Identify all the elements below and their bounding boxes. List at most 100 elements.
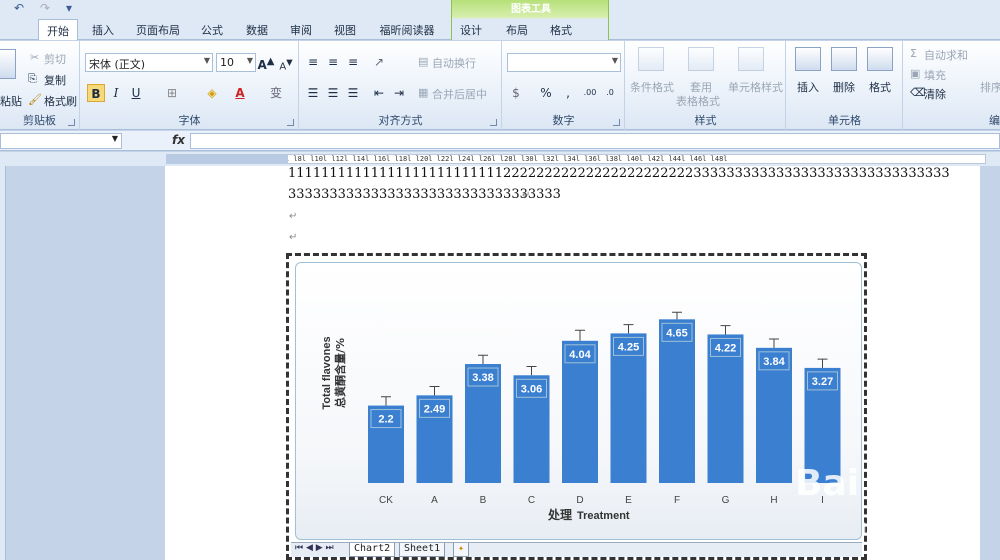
fill-icon: ▣ — [910, 67, 921, 80]
tab-foxit-reader[interactable]: 福昕阅读器 — [372, 19, 442, 40]
orientation-icon[interactable]: ↗ — [370, 53, 388, 71]
document-line-2[interactable]: 333333333333333333333333333333333 — [288, 187, 561, 202]
tab-layout[interactable]: 布局 — [500, 19, 534, 40]
font-size-value: 10 — [220, 56, 234, 69]
baidu-logo: Bai — [795, 463, 860, 504]
error-bar-B — [478, 354, 488, 365]
tab-page-layout[interactable]: 页面布局 — [132, 19, 184, 40]
autosum-button[interactable]: 自动求和 — [924, 47, 968, 63]
name-box[interactable]: ▼ — [0, 133, 122, 149]
undo-icon[interactable]: ↶ — [14, 1, 24, 15]
data-label-A: 2.49 — [424, 403, 445, 415]
increase-decimal-icon[interactable]: .00 — [581, 84, 599, 102]
align-top-icon[interactable]: ≡ — [304, 53, 322, 71]
font-name-select[interactable]: 宋体 (正文) ▼ — [85, 53, 213, 72]
bold-button[interactable]: B — [87, 84, 105, 102]
format-table-button-2: 表格格式 — [676, 95, 720, 108]
sort-button[interactable]: 排序 — [980, 79, 1000, 95]
embedded-chart-frame[interactable]: Total flavones 总黄酮含量/% 处理 Treatment 2.2 C… — [286, 253, 867, 560]
clipboard-launcher-icon[interactable] — [68, 119, 75, 126]
fill-color-icon[interactable]: ◈ — [203, 84, 221, 102]
sheet-tab-sheet1[interactable]: Sheet1 — [399, 543, 446, 557]
bar-D[interactable] — [562, 340, 598, 483]
x-tick-label-B: B — [480, 495, 487, 506]
format-cells-icon[interactable] — [867, 47, 893, 71]
formula-input[interactable] — [190, 133, 1000, 149]
styles-group: 条件格式 套用 表格格式 单元格样式 样式 — [626, 41, 786, 130]
grow-font-icon[interactable]: A▲ — [257, 53, 275, 72]
merge-center-button[interactable]: 合并后居中 — [432, 86, 487, 102]
format-table-icon[interactable] — [688, 47, 714, 71]
conditional-format-button[interactable]: 条件格式 — [630, 79, 674, 95]
tab-review[interactable]: 审阅 — [284, 19, 318, 40]
accounting-icon[interactable]: $ — [507, 84, 525, 102]
paste-icon[interactable] — [0, 49, 16, 79]
editing-group: Σ 自动求和 ▣ 填充 ⌫ 清除 排序 编 — [904, 41, 1000, 130]
y-axis-label-cn: 总黄酮含量/% — [333, 338, 347, 408]
shrink-font-icon[interactable]: A▼ — [277, 53, 295, 72]
tab-design[interactable]: 设计 — [454, 19, 488, 40]
chevron-down-icon: ▼ — [611, 56, 618, 65]
align-middle-icon[interactable]: ≡ — [324, 53, 342, 71]
cell-styles-button[interactable]: 单元格样式 — [728, 79, 783, 95]
new-sheet-icon[interactable]: ✦ — [453, 543, 470, 557]
decrease-indent-icon[interactable]: ⇤ — [370, 84, 388, 102]
conditional-format-icon[interactable] — [638, 47, 664, 71]
comma-button[interactable]: , — [559, 84, 577, 102]
bar-F[interactable] — [659, 319, 695, 483]
cut-button[interactable]: 剪切 — [44, 51, 66, 67]
sheet-nav-icon[interactable]: ⏮ ◀ ▶ ⏭ — [295, 543, 334, 553]
number-format-select[interactable]: ▼ — [507, 53, 621, 72]
copy-button[interactable]: 复制 — [44, 72, 66, 88]
fill-button[interactable]: 填充 — [924, 67, 946, 83]
document-line-1[interactable]: 1111111111111111111111111122222222222222… — [288, 166, 950, 181]
percent-button[interactable]: % — [537, 84, 555, 102]
tab-format[interactable]: 格式 — [544, 19, 578, 40]
x-tick-label-CK: CK — [379, 495, 393, 506]
tab-insert[interactable]: 插入 — [86, 19, 120, 40]
font-color-icon[interactable]: A — [231, 84, 249, 102]
delete-cells-icon[interactable] — [831, 47, 857, 71]
ruler: l8l l6l l4l l2l l l2l l4l l6l l8l l10l l… — [0, 152, 1000, 166]
paste-button[interactable]: 粘贴 — [0, 93, 22, 109]
sheet-tab-chart2[interactable]: Chart2 — [349, 543, 396, 557]
format-cells-button[interactable]: 格式 — [869, 79, 891, 95]
number-label: 数字 — [552, 114, 575, 127]
tab-view[interactable]: 视图 — [328, 19, 362, 40]
alignment-launcher-icon[interactable] — [490, 119, 497, 126]
number-launcher-icon[interactable] — [613, 119, 620, 126]
customize-qat-icon[interactable]: ▾ — [66, 1, 72, 15]
bar-H[interactable] — [756, 347, 792, 483]
redo-icon[interactable]: ↷ — [40, 1, 50, 15]
increase-indent-icon[interactable]: ⇥ — [390, 84, 408, 102]
insert-cells-icon[interactable] — [795, 47, 821, 71]
tab-data[interactable]: 数据 — [240, 19, 274, 40]
cell-styles-icon[interactable] — [738, 47, 764, 71]
font-size-select[interactable]: 10 ▼ — [216, 53, 256, 72]
tab-home[interactable]: 开始 — [38, 19, 78, 40]
wrap-text-button[interactable]: 自动换行 — [432, 55, 476, 71]
delete-cells-button[interactable]: 删除 — [833, 79, 855, 95]
font-launcher-icon[interactable] — [287, 119, 294, 126]
data-label-B: 3.38 — [472, 372, 493, 384]
alignment-group: ≡ ≡ ≡ ↗ ☰ ☰ ☰ ⇤ ⇥ ▤ 自动换行 ▦ 合并后居中 对齐方式 — [300, 41, 502, 130]
chart-area[interactable]: Total flavones 总黄酮含量/% 处理 Treatment 2.2 C… — [295, 262, 862, 540]
formula-bar: ▼ fx — [0, 131, 1000, 151]
phonetic-icon[interactable]: 变 — [267, 84, 285, 102]
underline-button[interactable]: U — [127, 84, 145, 102]
align-right-icon[interactable]: ☰ — [344, 84, 362, 102]
align-left-icon[interactable]: ☰ — [304, 84, 322, 102]
fx-button[interactable]: fx — [172, 133, 185, 147]
clear-button[interactable]: 清除 — [924, 86, 946, 102]
align-bottom-icon[interactable]: ≡ — [344, 53, 362, 71]
italic-button[interactable]: I — [107, 84, 125, 102]
format-painter-button[interactable]: 格式刷 — [44, 93, 77, 109]
data-label-G: 4.22 — [715, 342, 736, 354]
insert-cells-button[interactable]: 插入 — [797, 79, 819, 95]
data-label-C: 3.06 — [521, 383, 542, 395]
tab-formulas[interactable]: 公式 — [195, 19, 229, 40]
decrease-decimal-icon[interactable]: .0 — [601, 84, 619, 102]
baidu-watermark: Bai 经验 jingyan.baidu.com — [795, 455, 1000, 555]
align-center-icon[interactable]: ☰ — [324, 84, 342, 102]
borders-icon[interactable]: ⊞ — [163, 84, 181, 102]
